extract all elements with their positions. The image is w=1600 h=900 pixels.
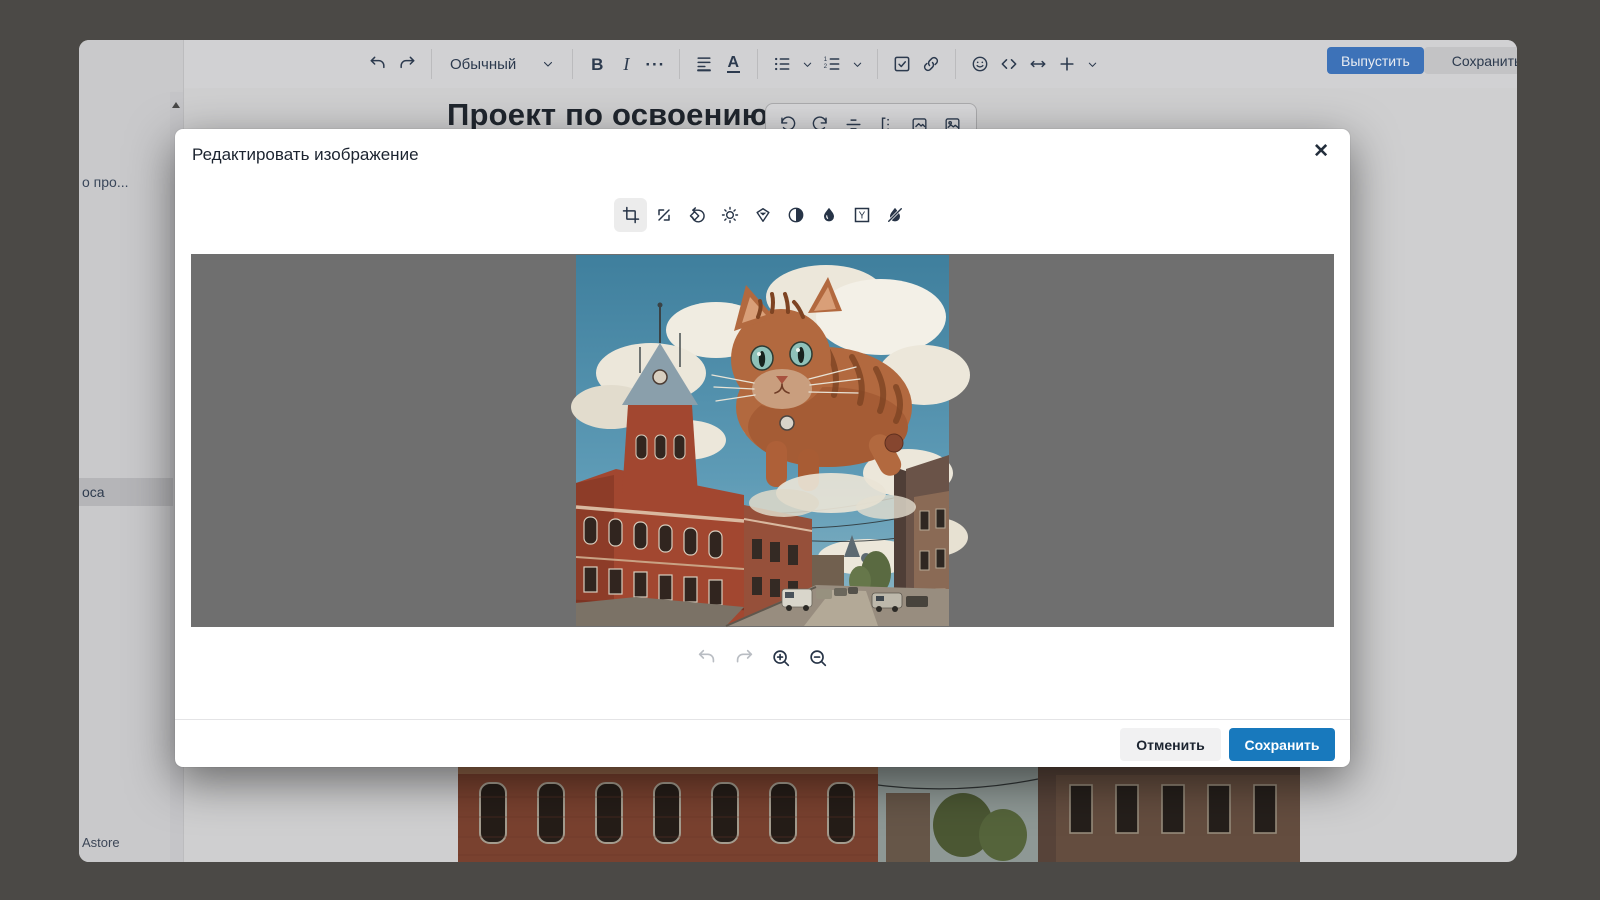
paragraph-style-select[interactable]: Обычный — [450, 56, 554, 73]
edit-image-modal: Редактировать изображение ✕ Y — [175, 129, 1350, 767]
modal-title: Редактировать изображение — [192, 145, 419, 165]
chevron-down-icon — [1087, 59, 1098, 70]
bullet-list-button[interactable] — [772, 49, 792, 79]
image-tools-toolbar: Y — [175, 198, 1350, 232]
zoom-out-icon — [807, 647, 829, 669]
scroll-up-icon[interactable] — [172, 102, 180, 108]
zoom-in-button[interactable] — [770, 647, 792, 669]
saturation-tool-button[interactable] — [812, 198, 845, 232]
resize-tool-button[interactable] — [647, 198, 680, 232]
sidebar: о про... оса Astore — [79, 40, 184, 862]
saturation-icon — [819, 205, 839, 225]
italic-button[interactable]: I — [616, 49, 636, 79]
checklist-icon — [892, 54, 912, 74]
crop-icon — [621, 205, 641, 225]
contrast-tool-button[interactable] — [779, 198, 812, 232]
chevron-down-icon — [852, 59, 863, 70]
desaturate-tool-button[interactable] — [878, 198, 911, 232]
sidebar-item[interactable]: о про... — [79, 168, 173, 196]
numbered-list-icon: 12 — [822, 54, 842, 74]
link-icon — [921, 54, 941, 74]
sidebar-item-label: о про... — [82, 174, 129, 190]
sharpen-icon — [753, 205, 773, 225]
article-image[interactable] — [458, 767, 1300, 862]
sidebar-item-selected[interactable]: оса — [79, 478, 173, 506]
emoji-button[interactable] — [970, 49, 990, 79]
line-spacing-icon — [694, 54, 714, 74]
brightness-tool-button[interactable] — [713, 198, 746, 232]
brightness-icon — [720, 205, 740, 225]
paragraph-style-value: Обычный — [450, 56, 516, 73]
code-icon — [999, 54, 1019, 74]
modal-footer-divider — [175, 719, 1350, 720]
sidebar-item[interactable]: Astore — [79, 828, 173, 856]
redo-icon — [397, 54, 417, 74]
save-button[interactable]: Сохранить — [1229, 728, 1335, 761]
editor-toolbar: Обычный B I ··· A 12 — [184, 40, 1517, 88]
sidebar-item-label: оса — [82, 484, 105, 500]
text-color-glyph: A — [727, 55, 741, 74]
more-formatting-button[interactable]: ··· — [645, 49, 665, 79]
edited-photo — [576, 255, 949, 626]
bullet-list-icon — [772, 54, 792, 74]
link-button[interactable] — [921, 49, 941, 79]
toolbar-divider — [431, 49, 432, 79]
chevron-down-icon — [542, 58, 554, 70]
sidebar-item-label: Astore — [82, 835, 120, 850]
toolbar-divider — [877, 49, 878, 79]
code-button[interactable] — [999, 49, 1019, 79]
add-block-button[interactable] — [1057, 49, 1077, 79]
street-photo-bottom — [458, 767, 1300, 862]
bold-button[interactable]: B — [587, 49, 607, 79]
zoom-out-button[interactable] — [807, 647, 829, 669]
canvas-undo-button[interactable] — [696, 647, 718, 669]
canvas-redo-button[interactable] — [733, 647, 755, 669]
desaturate-icon — [885, 205, 905, 225]
sharpen-tool-button[interactable] — [746, 198, 779, 232]
image-edit-canvas[interactable] — [191, 254, 1334, 627]
svg-text:2: 2 — [824, 63, 828, 70]
save-draft-button[interactable]: Сохранить — [1424, 47, 1517, 74]
text-color-button[interactable]: A — [723, 49, 743, 79]
redo-button[interactable] — [397, 49, 417, 79]
bullet-list-chevron[interactable] — [801, 49, 813, 79]
numbered-list-chevron[interactable] — [851, 49, 863, 79]
rotate-tool-button[interactable] — [680, 198, 713, 232]
emoji-icon — [970, 54, 990, 74]
plus-icon — [1057, 54, 1077, 74]
cancel-button[interactable]: Отменить — [1120, 728, 1221, 761]
redo-icon — [733, 647, 755, 669]
publish-button[interactable]: Выпустить — [1327, 47, 1424, 74]
chevron-down-icon — [802, 59, 813, 70]
grayscale-icon: Y — [852, 205, 872, 225]
undo-icon — [368, 54, 388, 74]
numbered-list-button[interactable]: 12 — [822, 49, 842, 79]
close-icon[interactable]: ✕ — [1313, 142, 1329, 161]
crop-tool-button[interactable] — [614, 198, 647, 232]
contrast-icon — [786, 205, 806, 225]
zoom-in-icon — [770, 647, 792, 669]
toolbar-divider — [679, 49, 680, 79]
resize-icon — [654, 205, 674, 225]
undo-icon — [696, 647, 718, 669]
grayscale-tool-button[interactable]: Y — [845, 198, 878, 232]
toolbar-divider — [757, 49, 758, 79]
add-block-chevron[interactable] — [1086, 49, 1098, 79]
toolbar-divider — [572, 49, 573, 79]
rotate-icon — [687, 205, 707, 225]
canvas-controls — [175, 647, 1350, 669]
checklist-button[interactable] — [892, 49, 912, 79]
line-spacing-button[interactable] — [694, 49, 714, 79]
arrows-horizontal-icon — [1028, 54, 1048, 74]
toolbar-divider — [955, 49, 956, 79]
undo-button[interactable] — [368, 49, 388, 79]
svg-text:Y: Y — [858, 211, 865, 222]
full-width-button[interactable] — [1028, 49, 1048, 79]
